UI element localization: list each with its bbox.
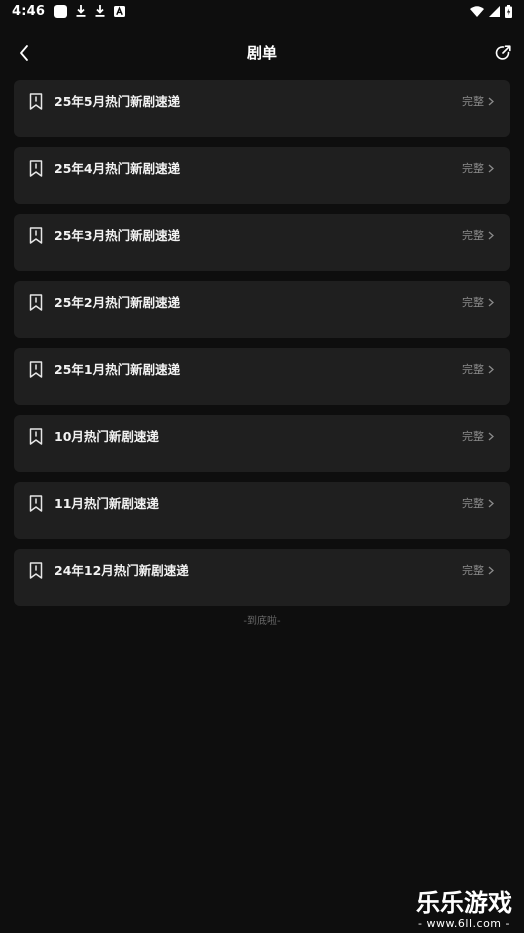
playlist-list: 25年5月热门新剧速递 完整 25年4月热门新剧速递 完整 25年3月热门新剧速… (14, 80, 510, 616)
list-item-title: 25年4月热门新剧速递 (54, 161, 181, 176)
status-time: 4:46 (12, 3, 46, 19)
list-item[interactable]: 11月热门新剧速递 完整 (14, 482, 510, 539)
list-item-title: 10月热门新剧速递 (54, 429, 159, 444)
list-item-status: 完整 (462, 495, 494, 512)
chevron-right-icon (488, 298, 494, 307)
list-item-title: 11月热门新剧速递 (54, 496, 159, 511)
list-item-status: 完整 (462, 428, 494, 445)
bookmark-icon (29, 562, 43, 579)
status-left: 4:46 (12, 3, 126, 19)
bookmark-icon (29, 93, 43, 110)
list-item-status-label: 完整 (462, 162, 484, 175)
bookmark-icon (29, 160, 43, 177)
wifi-icon (470, 5, 484, 17)
chevron-right-icon (488, 365, 494, 374)
status-right (470, 4, 512, 18)
list-item[interactable]: 25年5月热门新剧速递 完整 (14, 80, 510, 137)
a-badge-icon (114, 5, 126, 17)
battery-icon (505, 4, 512, 18)
download-icon (76, 5, 86, 17)
chevron-right-icon (488, 499, 494, 508)
list-item-title: 25年5月热门新剧速递 (54, 94, 181, 109)
signal-icon (489, 5, 500, 17)
list-item-status: 完整 (462, 361, 494, 378)
chevron-right-icon (488, 566, 494, 575)
share-button[interactable] (491, 41, 515, 65)
list-item-status-label: 完整 (462, 430, 484, 443)
list-item-title: 25年2月热门新剧速递 (54, 295, 181, 310)
bookmark-icon (29, 227, 43, 244)
list-item-status: 完整 (462, 160, 494, 177)
chevron-right-icon (488, 164, 494, 173)
bookmark-icon (29, 495, 43, 512)
watermark-sub: - www.6ll.com - (417, 917, 510, 930)
list-item-status: 完整 (462, 93, 494, 110)
list-item[interactable]: 25年2月热门新剧速递 完整 (14, 281, 510, 338)
list-item[interactable]: 25年3月热门新剧速递 完整 (14, 214, 510, 271)
share-icon (495, 45, 511, 60)
watermark-main: 乐乐游戏 (416, 889, 512, 917)
download-icon (95, 5, 105, 17)
list-item[interactable]: 10月热门新剧速递 完整 (14, 415, 510, 472)
list-item-status-label: 完整 (462, 296, 484, 309)
header: 剧单 (0, 34, 524, 72)
list-item-status-label: 完整 (462, 497, 484, 510)
list-item-status-label: 完整 (462, 363, 484, 376)
bookmark-icon (29, 361, 43, 378)
chevron-right-icon (488, 97, 494, 106)
list-item-status: 完整 (462, 562, 494, 579)
list-item-status-label: 完整 (462, 564, 484, 577)
list-item-status: 完整 (462, 294, 494, 311)
page-title: 剧单 (246, 44, 277, 62)
list-item-status-label: 完整 (462, 229, 484, 242)
list-item-status-label: 完整 (462, 95, 484, 108)
app-square-icon (54, 4, 68, 18)
list-item-title: 25年1月热门新剧速递 (54, 362, 181, 377)
list-item[interactable]: 25年1月热门新剧速递 完整 (14, 348, 510, 405)
bookmark-icon (29, 294, 43, 311)
end-of-list-text: -到底啦- (243, 616, 281, 627)
list-item[interactable]: 24年12月热门新剧速递 完整 (14, 549, 510, 606)
list-item-title: 24年12月热门新剧速递 (54, 563, 189, 578)
chevron-right-icon (488, 432, 494, 441)
status-bar: 4:46 (0, 0, 524, 22)
list-item-status: 完整 (462, 227, 494, 244)
list-item-title: 25年3月热门新剧速递 (54, 228, 181, 243)
bookmark-icon (29, 428, 43, 445)
chevron-right-icon (488, 231, 494, 240)
list-item[interactable]: 25年4月热门新剧速递 完整 (14, 147, 510, 204)
watermark: 乐乐游戏 - www.6ll.com - (408, 889, 520, 930)
